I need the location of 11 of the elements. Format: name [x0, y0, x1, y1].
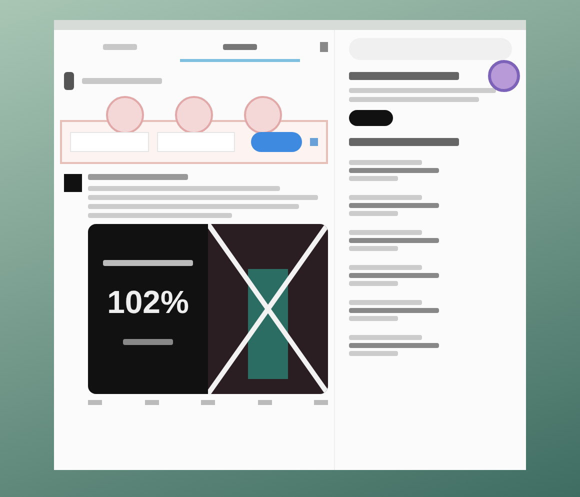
stat-text: 102%: [107, 284, 189, 321]
subscribe-button[interactable]: [349, 110, 393, 126]
input-field[interactable]: [156, 132, 236, 152]
post-button[interactable]: [251, 132, 302, 152]
search-field[interactable]: [349, 38, 512, 60]
avatar: [64, 174, 82, 192]
text-placeholder: [223, 44, 257, 50]
avatar: [64, 72, 74, 90]
input-field[interactable]: [70, 132, 149, 152]
text-placeholder: [123, 339, 173, 345]
text-placeholder: [103, 44, 137, 50]
